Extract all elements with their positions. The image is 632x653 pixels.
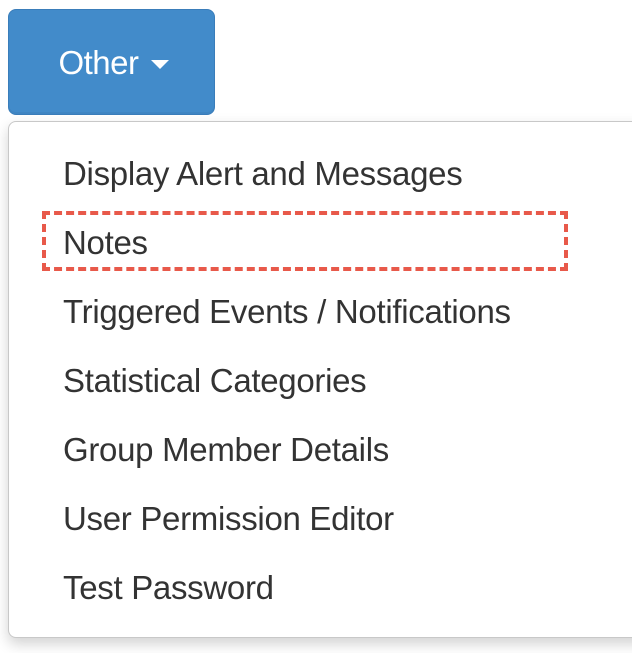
other-button-label: Other (58, 43, 139, 81)
other-dropdown-menu: Display Alert and Messages Notes Trigger… (8, 121, 632, 638)
other-dropdown-button[interactable]: Other (8, 9, 215, 115)
page: Other Display Alert and Messages Notes T… (0, 0, 632, 653)
menu-item-statistical-categories[interactable]: Statistical Categories (9, 346, 632, 415)
menu-item-test-password[interactable]: Test Password (9, 553, 632, 622)
menu-item-display-alert-and-messages[interactable]: Display Alert and Messages (9, 139, 632, 208)
caret-down-icon (150, 59, 169, 69)
menu-item-triggered-events-notifications[interactable]: Triggered Events / Notifications (9, 277, 632, 346)
menu-item-group-member-details[interactable]: Group Member Details (9, 415, 632, 484)
menu-item-user-permission-editor[interactable]: User Permission Editor (9, 484, 632, 553)
menu-item-notes[interactable]: Notes (9, 208, 632, 277)
